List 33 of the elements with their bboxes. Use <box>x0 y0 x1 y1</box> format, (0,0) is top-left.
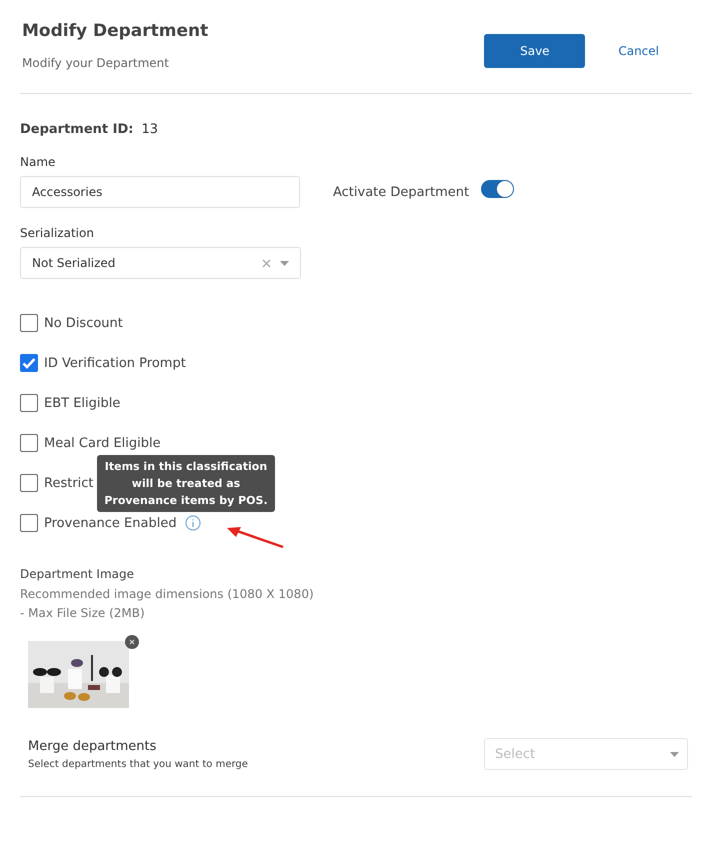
serialization-label: Serialization <box>20 226 95 240</box>
checkbox-label: Meal Card Eligible <box>44 436 161 450</box>
arrow-icon <box>225 525 285 549</box>
tooltip: Items in this classification will be treated as Provenance items by POS. <box>97 455 275 512</box>
checkbox[interactable] <box>20 314 38 332</box>
activate-label: Activate Department <box>333 184 470 200</box>
checkbox[interactable] <box>20 354 38 372</box>
name-label: Name <box>20 155 56 169</box>
page-subtitle: Modify your Department <box>22 56 170 70</box>
checkbox-label: No Discount <box>44 316 123 330</box>
checkbox-label: Restrict <box>44 476 94 490</box>
checkbox-label: ID Verification Prompt <box>44 356 186 370</box>
department-id-label: Department ID: <box>20 122 134 137</box>
checkbox[interactable] <box>20 434 38 452</box>
checkbox[interactable] <box>20 474 38 492</box>
merge-description: Select departments that you want to merge <box>28 758 248 770</box>
page-title: Modify Department <box>22 21 208 41</box>
checkbox[interactable] <box>20 394 38 412</box>
checkbox-label: Provenance Enabled <box>44 516 177 530</box>
serialization-select[interactable]: Not Serialized <box>20 247 301 279</box>
name-field[interactable]: Accessories <box>20 176 300 208</box>
remove-icon[interactable] <box>125 635 139 649</box>
image-label: Department Image <box>20 567 136 581</box>
activate-toggle[interactable] <box>481 180 514 198</box>
cancel-link[interactable]: Cancel <box>618 44 659 58</box>
checkbox-label: EBT Eligible <box>44 396 120 410</box>
image-hint: Recommended image dimensions (1080 X 1080) - Max File Size (2MB) <box>20 586 315 622</box>
caret-icon <box>670 752 679 756</box>
caret-icon <box>280 260 289 266</box>
save-button[interactable]: Save <box>484 34 586 68</box>
checkbox[interactable] <box>20 514 38 532</box>
department-id-value: 13 <box>142 122 158 137</box>
merge-title: Merge departments <box>28 738 158 754</box>
